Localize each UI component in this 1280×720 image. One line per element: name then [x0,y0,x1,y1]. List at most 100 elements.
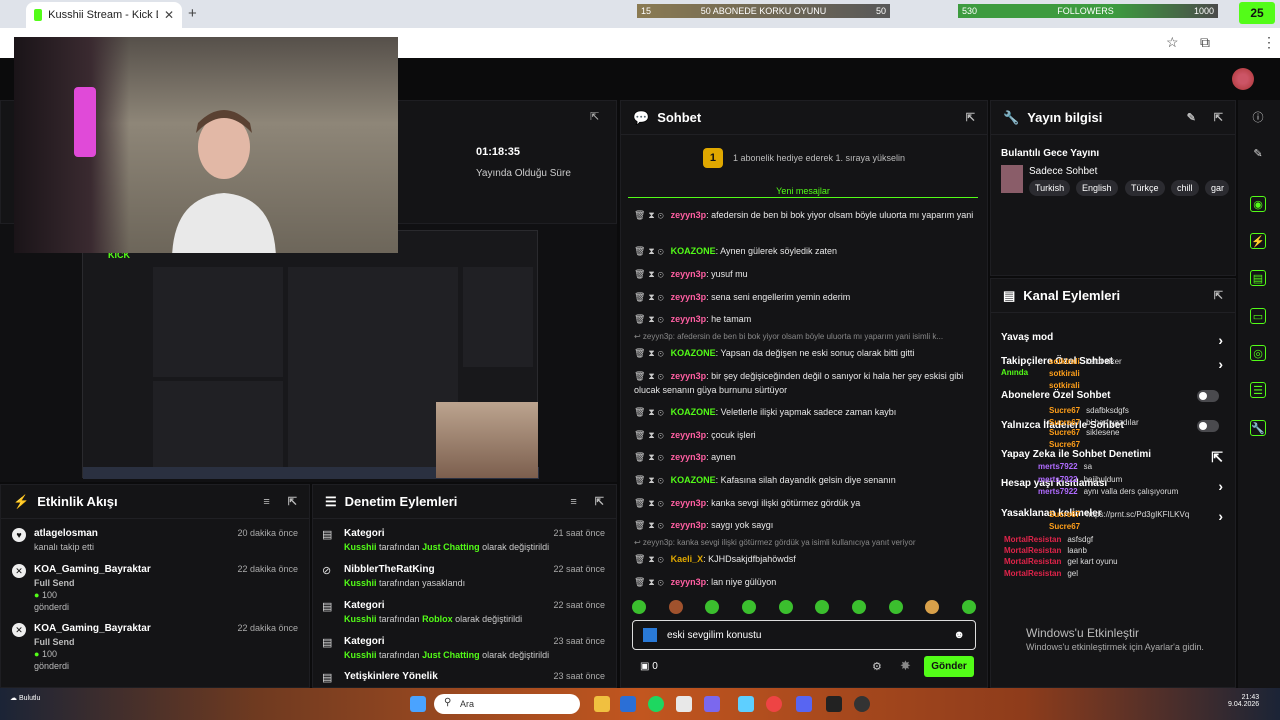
chat-message[interactable]: 🗑⧗⊙ zeyyn3p: çocuk işleri [634,428,974,442]
expand-icon[interactable]: ⇱ [1214,111,1223,124]
avatar[interactable] [1232,68,1254,90]
mod-tools-icon[interactable]: 🗑⧗⊙ [634,520,667,530]
pinned-gift-banner[interactable]: 1 1 abonelik hediye ederek 1. sıraya yük… [620,140,988,176]
channel-action-row[interactable]: Yapay Zeka ile Sohbet Denetimi ⇱ [1001,449,1223,465]
expand-icon[interactable]: ⇱ [590,110,599,123]
broadcast-icon[interactable]: ◎ [1250,345,1266,361]
chat-username[interactable]: KOAZONE [671,246,716,256]
mod-tools-icon[interactable]: 🗑⧗⊙ [634,292,667,302]
emote-icon[interactable] [815,600,830,614]
chat-message[interactable]: 🗑⧗⊙ KOAZONE: Veletlerle ilişki yapmak sad… [634,405,974,419]
filter-icon[interactable]: ≡ [570,496,576,508]
chat-username[interactable]: zeyyn3p [671,452,707,462]
obs-icon[interactable] [854,696,870,712]
taskbar-search[interactable]: ⚲ Ara [434,694,580,714]
toggle-switch[interactable] [1197,420,1219,432]
mod-title[interactable]: NibblerTheRatKing [344,564,435,575]
mod-tools-icon[interactable]: 🗑⧗⊙ [634,210,667,220]
mail-icon[interactable] [620,696,636,712]
mod-tools-icon[interactable]: 🗑⧗⊙ [634,371,667,381]
start-button-icon[interactable] [410,696,426,712]
spotify-icon[interactable] [648,696,664,712]
chat-username[interactable]: zeyyn3p [671,292,707,302]
chevron-right-icon[interactable]: › [1218,508,1223,524]
chat-icon[interactable]: ▭ [1250,308,1266,324]
mod-tools-icon[interactable]: 🗑⧗⊙ [634,554,667,564]
chat-username[interactable]: zeyyn3p [671,577,707,587]
tag-chip[interactable]: English [1076,180,1118,196]
mod-tools-icon[interactable]: 🗑⧗⊙ [634,498,667,508]
chat-username[interactable]: zeyyn3p [671,210,707,220]
mod-tools-icon[interactable]: 🗑⧗⊙ [634,314,667,324]
new-tab-button[interactable]: + [188,5,197,22]
taskbar-clock[interactable]: 21:43 9.04.2026 [1228,694,1259,708]
expand-icon[interactable]: ⇱ [1214,289,1223,302]
chat-username[interactable]: zeyyn3p [671,371,707,381]
chat-username[interactable]: KOAZONE [671,475,716,485]
chat-message[interactable]: 🗑⧗⊙ zeyyn3p: saygı yok saygı [634,518,974,532]
channel-action-row[interactable]: Yavaş mod › [1001,332,1223,348]
tag-chip[interactable]: gar [1205,180,1229,196]
chat-username[interactable]: KOAZONE [671,407,716,417]
app-icon[interactable] [738,696,754,712]
camera-icon[interactable]: ◉ [1250,196,1266,212]
channel-action-row[interactable]: Abonelere Özel Sohbet [1001,390,1223,402]
badge-icon[interactable]: ✸ [900,658,911,674]
info-icon[interactable]: ⓘ [1250,110,1266,126]
discord-icon[interactable] [796,696,812,712]
chat-message[interactable]: 🗑⧗⊙ zeyyn3p: he tamam [634,312,974,326]
chat-gift-counter[interactable]: ▣ 0 [640,661,658,672]
edit-pencil-icon[interactable]: ✎ [1250,146,1266,162]
chat-username[interactable]: Kaeli_X [671,554,704,564]
app-icon[interactable] [826,696,842,712]
activity-user[interactable]: KOA_Gaming_Bayraktar [34,564,151,575]
chat-message[interactable]: 🗑⧗⊙ KOAZONE: Kafasına silah dayandık gels… [634,473,974,487]
mod-tools-icon[interactable]: 🗑⧗⊙ [634,430,667,440]
app-icon[interactable] [704,696,720,712]
chevron-right-icon[interactable]: › [1218,478,1223,494]
edit-pencil-icon[interactable]: ✎ [1187,111,1196,124]
chat-username[interactable]: KOAZONE [671,348,716,358]
chat-message[interactable]: 🗑⧗⊙ zeyyn3p: afedersin de ben bi bok yiyo… [634,208,974,222]
chat-username[interactable]: zeyyn3p [671,520,707,530]
chat-message[interactable]: 🗑⧗⊙ zeyyn3p: lan niye gülüyon [634,575,974,589]
chat-message[interactable]: 🗑⧗⊙ zeyyn3p: sena seni engellerim yemin e… [634,290,974,304]
emote-icon[interactable] [925,600,940,614]
emote-icon[interactable] [888,600,903,614]
activity-user[interactable]: KOA_Gaming_Bayraktar [34,623,151,634]
settings-gear-icon[interactable]: ⚙ [872,660,882,673]
emoji-picker-icon[interactable]: ☻ [953,629,965,641]
wrench-icon[interactable]: 🔧 [1250,420,1266,436]
emote-icon[interactable] [705,600,720,614]
emote-icon[interactable] [668,600,683,614]
chevron-right-icon[interactable]: › [1218,332,1223,348]
tag-chip[interactable]: Turkish [1029,180,1071,196]
chat-message[interactable]: 🗑⧗⊙ zeyyn3p: yusuf mu [634,267,974,281]
send-button[interactable]: Gönder [924,656,974,677]
chat-username[interactable]: zeyyn3p [671,314,707,324]
chat-username[interactable]: zeyyn3p [671,269,707,279]
chat-message[interactable]: 🗑⧗⊙ Kaeli_X: KJHDsakjdfbjahöwdsf [634,552,974,566]
chat-username[interactable]: zeyyn3p [671,430,707,440]
activity-user[interactable]: atlagelosman [34,528,98,539]
browser-tab[interactable]: Kusshii Stream - Kick Dashboard ✕ [26,2,182,28]
emote-icon[interactable] [741,600,756,614]
toggle-switch[interactable] [1197,390,1219,402]
expand-icon[interactable]: ⇱ [595,495,604,508]
chrome-icon[interactable] [766,696,782,712]
stream-category[interactable]: Sadece Sohbet [1029,166,1097,177]
mod-tools-icon[interactable]: 🗑⧗⊙ [634,475,667,485]
list-icon[interactable]: ☰ [1250,382,1266,398]
extensions-icon[interactable]: ⧉ [1200,34,1210,51]
chat-message[interactable]: 🗑⧗⊙ zeyyn3p: kanka sevgi ilişki götürmez … [634,496,974,510]
chat-message[interactable]: 🗑⧗⊙ KOAZONE: Yapsan da değişen ne eski so… [634,346,974,360]
external-link-icon[interactable]: ⇱ [1211,449,1223,466]
mod-actor[interactable]: Kusshii [344,614,377,624]
bookmark-star-icon[interactable]: ☆ [1166,34,1179,51]
mod-tools-icon[interactable]: 🗑⧗⊙ [634,269,667,279]
new-messages-divider[interactable]: Yeni mesajlar [628,186,978,198]
emote-icon[interactable] [778,600,793,614]
mod-tools-icon[interactable]: 🗑⧗⊙ [634,407,667,417]
file-explorer-icon[interactable] [594,696,610,712]
document-icon[interactable]: ▤ [1250,270,1266,286]
